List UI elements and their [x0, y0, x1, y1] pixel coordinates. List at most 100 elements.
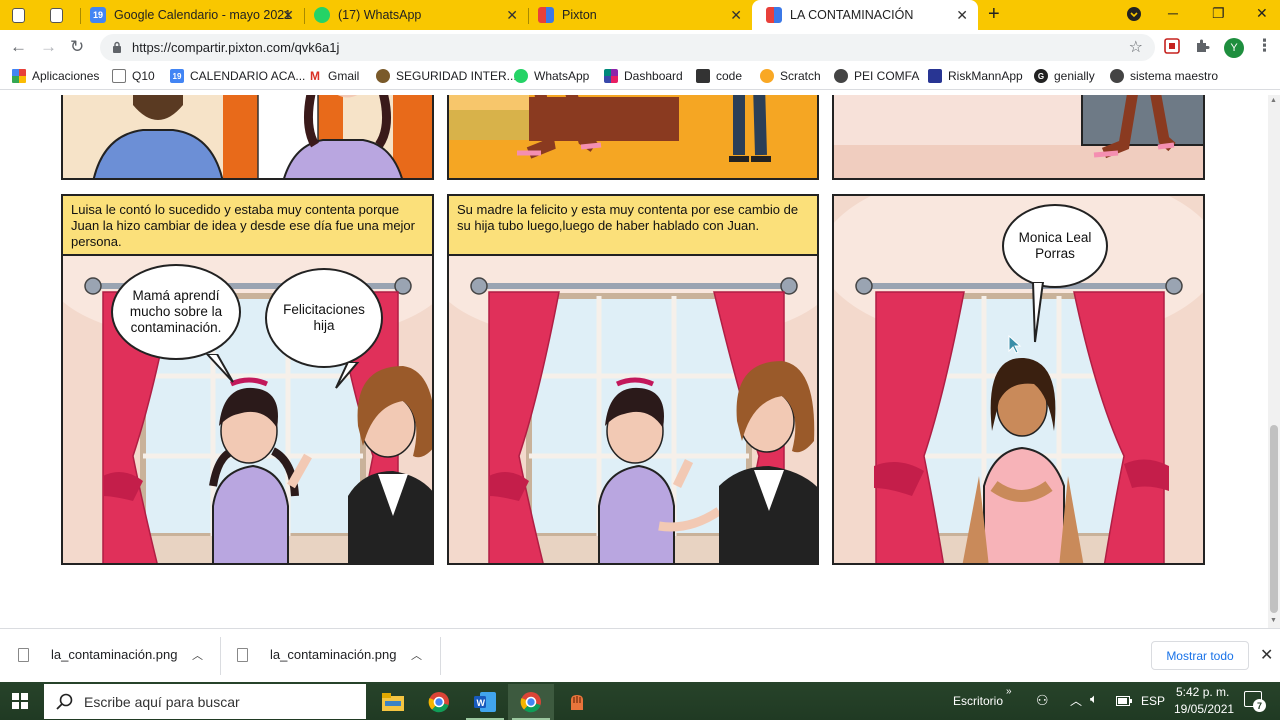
chevron-up-icon[interactable]: ︿ — [1070, 692, 1082, 709]
window-close-icon[interactable]: ✕ — [1256, 5, 1268, 22]
glove-icon — [571, 695, 583, 710]
taskbar-chrome-active[interactable] — [508, 684, 554, 720]
people-icon[interactable]: ⚇ — [1036, 692, 1049, 709]
bookmark-star-icon[interactable]: ☆ — [1129, 37, 1143, 57]
globe-icon — [1110, 69, 1124, 83]
bookmark-aplicaciones[interactable]: Aplicaciones — [12, 69, 99, 83]
calendar-icon: 19 — [90, 7, 106, 23]
speech-bubble-mom: Felicitaciones hija — [265, 268, 383, 368]
reload-icon[interactable]: ↻ — [70, 38, 84, 55]
menu-icon[interactable]: ⋮ — [1256, 37, 1273, 54]
tab-google-calendar[interactable]: 19 Google Calendario - mayo 2021 ✕ — [82, 2, 305, 28]
extension-icon[interactable] — [1164, 38, 1180, 54]
bookmark-genially[interactable]: G genially — [1034, 69, 1095, 83]
forward-icon[interactable]: → — [40, 38, 57, 55]
close-icon[interactable]: ✕ — [956, 7, 968, 24]
close-icon[interactable]: ✕ — [506, 7, 518, 24]
file-icon — [237, 647, 248, 662]
close-icon[interactable]: ✕ — [1260, 645, 1273, 665]
word-icon: W — [474, 692, 496, 712]
speech-bubble-girl: Mamá aprendí mucho sobre la contaminació… — [111, 264, 241, 360]
new-tab-button[interactable]: + — [988, 4, 1000, 24]
lock-icon — [113, 41, 121, 53]
comic-panel-1 — [61, 95, 434, 180]
bookmark-pei-comfa[interactable]: PEI COMFA — [834, 69, 919, 83]
clock-time[interactable]: 5:42 p. m. — [1176, 685, 1229, 699]
panel-caption: Su madre la felicito y esta muy contenta… — [449, 196, 817, 256]
bookmark-whatsapp[interactable]: WhatsApp — [514, 69, 589, 83]
tab-pixton[interactable]: Pixton ✕ — [530, 2, 752, 28]
whatsapp-icon — [514, 69, 528, 83]
chrome-icon — [520, 692, 541, 713]
download-item-2[interactable]: la_contaminación.png — [237, 647, 396, 662]
minimize-icon[interactable]: ─ — [1168, 5, 1178, 21]
language-indicator[interactable]: ESP — [1141, 694, 1165, 708]
taskbar-chrome[interactable] — [416, 684, 462, 720]
taskbar-file-explorer[interactable] — [370, 684, 416, 720]
bookmark-gmail[interactable]: M Gmail — [308, 69, 359, 83]
comic-panel-5: Su madre la felicito y esta muy contenta… — [447, 194, 819, 565]
maximize-icon[interactable]: ❐ — [1212, 5, 1225, 22]
svg-text:W: W — [477, 698, 486, 708]
page-icon — [12, 7, 25, 23]
close-icon[interactable]: ✕ — [730, 7, 742, 24]
chevron-up-icon[interactable]: ︿ — [411, 647, 422, 663]
puzzle-icon[interactable] — [1194, 38, 1210, 54]
desktop-toolbar-label[interactable]: Escritorio — [953, 694, 1003, 708]
tab-la-contaminacion[interactable]: LA CONTAMINACIÓN ✕ — [752, 0, 978, 30]
scroll-down-icon[interactable]: ▼ — [1270, 617, 1277, 624]
download-item-1[interactable]: la_contaminación.png — [18, 647, 177, 662]
taskbar-word[interactable]: W — [462, 684, 508, 720]
windows-start-icon[interactable] — [12, 693, 28, 709]
tab-title: LA CONTAMINACIÓN — [790, 8, 914, 22]
globe-icon — [376, 69, 390, 83]
notification-center-icon[interactable]: 7 — [1244, 691, 1266, 712]
bookmark-calendario[interactable]: 19 CALENDARIO ACA... — [170, 69, 305, 83]
close-icon[interactable]: ✕ — [282, 7, 294, 24]
address-bar[interactable]: https://compartir.pixton.com/qvk6a1j ☆ — [100, 34, 1155, 61]
taskbar-app-mitten[interactable] — [554, 684, 600, 720]
chevron-up-icon[interactable]: ︿ — [192, 647, 203, 663]
page-content: Luisa le contó lo sucedido y estaba muy … — [0, 95, 1268, 628]
riskmann-icon — [928, 69, 942, 83]
file-icon — [18, 647, 29, 662]
bookmark-code[interactable]: code — [696, 69, 742, 83]
scroll-thumb[interactable] — [1270, 425, 1278, 613]
code-icon — [696, 69, 710, 83]
comic-panel-2 — [447, 95, 819, 180]
clock-date[interactable]: 19/05/2021 — [1174, 702, 1234, 716]
comic-panel-6: Monica Leal Porras — [832, 194, 1205, 565]
page-scrollbar[interactable]: ▲ ▼ — [1268, 95, 1280, 628]
taskbar-search-input[interactable]: Escribe aquí para buscar — [44, 684, 366, 719]
bookmark-riskmannapp[interactable]: RiskMannApp — [928, 69, 1023, 83]
tab-title: Pixton — [562, 8, 597, 22]
genially-icon: G — [1034, 69, 1048, 83]
back-icon[interactable]: ← — [10, 38, 27, 55]
bookmark-q10[interactable]: Q10 — [112, 69, 155, 83]
pixton-icon — [766, 7, 782, 23]
dashboard-icon — [604, 69, 618, 83]
bookmark-sistema-maestro[interactable]: sistema maestro — [1110, 69, 1218, 83]
show-all-downloads-button[interactable]: Mostrar todo — [1151, 641, 1249, 670]
panel-caption: Luisa le contó lo sucedido y estaba muy … — [63, 196, 432, 256]
tab-search-icon[interactable] — [1126, 6, 1142, 25]
scratch-icon — [760, 69, 774, 83]
bookmarks-bar: Aplicaciones Q10 19 CALENDARIO ACA... M … — [0, 64, 1280, 90]
bookmark-scratch[interactable]: Scratch — [760, 69, 821, 83]
page-icon — [50, 7, 63, 23]
tab-whatsapp[interactable]: (17) WhatsApp ✕ — [306, 2, 529, 28]
windows-taskbar: Escribe aquí para buscar W Escritorio » … — [0, 682, 1280, 720]
chevron-right-icon[interactable]: » — [1006, 686, 1012, 697]
tab-pinned-1[interactable] — [4, 2, 42, 28]
url-text: https://compartir.pixton.com/qvk6a1j — [132, 40, 340, 55]
tab-pinned-2[interactable] — [42, 2, 81, 28]
bookmark-dashboard[interactable]: Dashboard — [604, 69, 683, 83]
panel-2-illustration — [449, 95, 817, 178]
panel-5-illustration — [449, 256, 817, 563]
comic-panel-3 — [832, 95, 1205, 180]
battery-icon[interactable] — [1116, 696, 1132, 706]
bookmark-seguridad[interactable]: SEGURIDAD INTER... — [376, 69, 517, 83]
speaker-icon[interactable]: 🔈︎ — [1090, 691, 1098, 707]
scroll-up-icon[interactable]: ▲ — [1270, 97, 1277, 104]
profile-avatar[interactable]: Y — [1224, 38, 1244, 58]
